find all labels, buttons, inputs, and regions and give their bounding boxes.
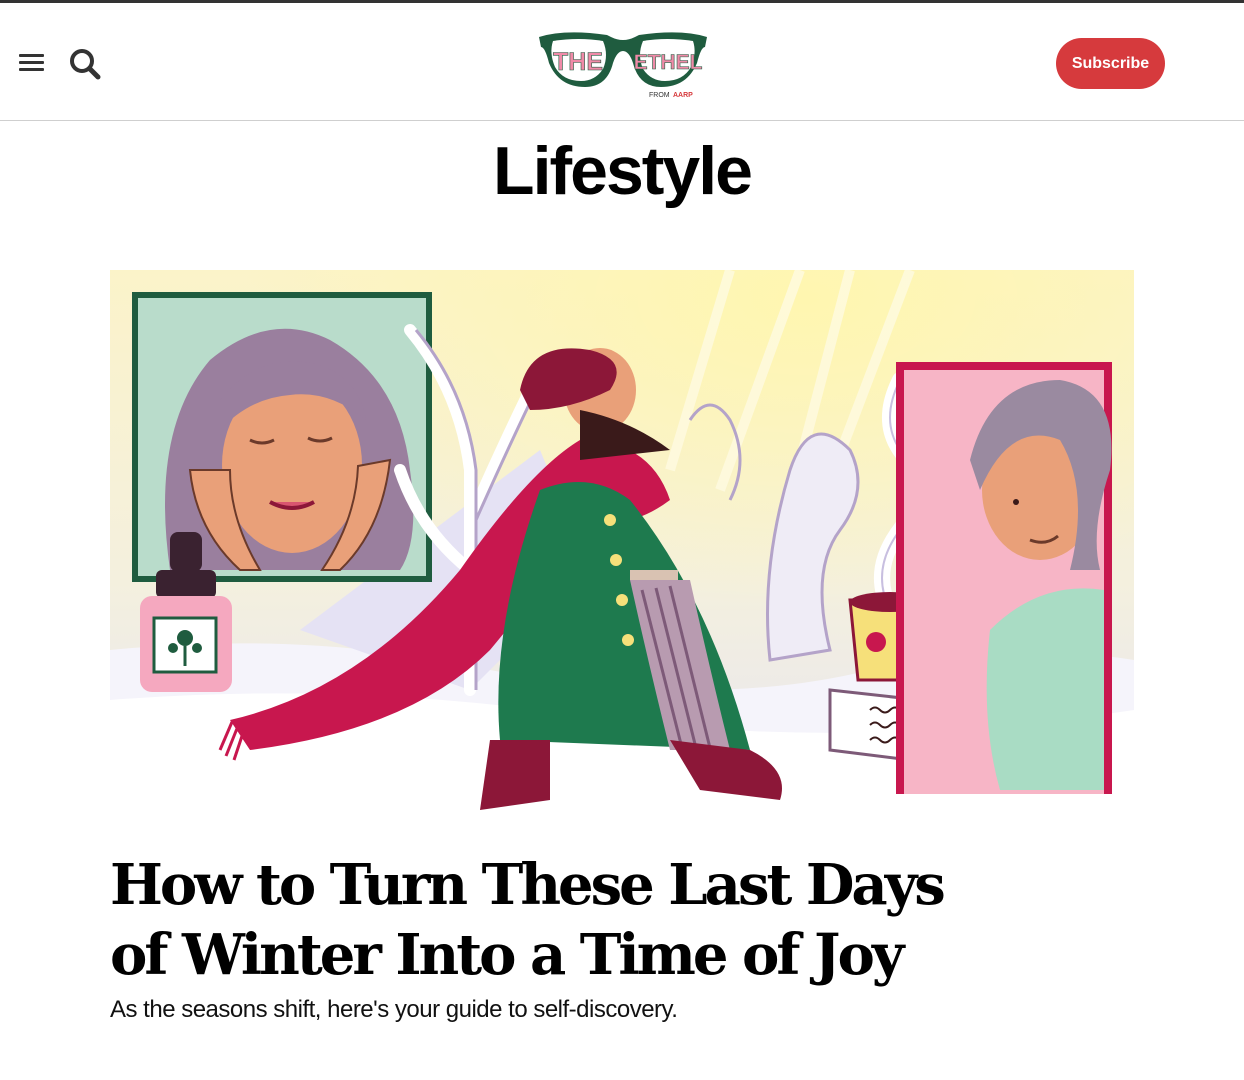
menu-button[interactable] — [16, 49, 48, 77]
logo-word-ethel: ETHEL — [634, 51, 703, 74]
logo-tagline-aarp: AARP — [673, 92, 693, 99]
hamburger-icon — [19, 54, 44, 71]
glasses-logo: THE ETHEL FROM AARP — [539, 32, 707, 99]
page-title: Lifestyle — [493, 133, 753, 209]
logo-tagline-from: FROM — [649, 92, 670, 99]
article-dek: As the seasons shift, here's your guide … — [110, 996, 678, 1023]
logo-word-the: THE — [553, 48, 603, 76]
search-icon — [70, 49, 101, 80]
site-logo[interactable]: THE ETHEL FROM AARP — [535, 25, 711, 101]
hero-illustration[interactable] — [110, 270, 1134, 832]
winter-joy-illustration — [110, 270, 1134, 832]
article-headline[interactable]: How to Turn These Last Days of Winter In… — [110, 850, 1010, 990]
site-header: THE ETHEL FROM AARP Subscribe — [0, 3, 1244, 121]
subscribe-button[interactable]: Subscribe — [1056, 38, 1165, 89]
search-button[interactable] — [66, 45, 104, 83]
